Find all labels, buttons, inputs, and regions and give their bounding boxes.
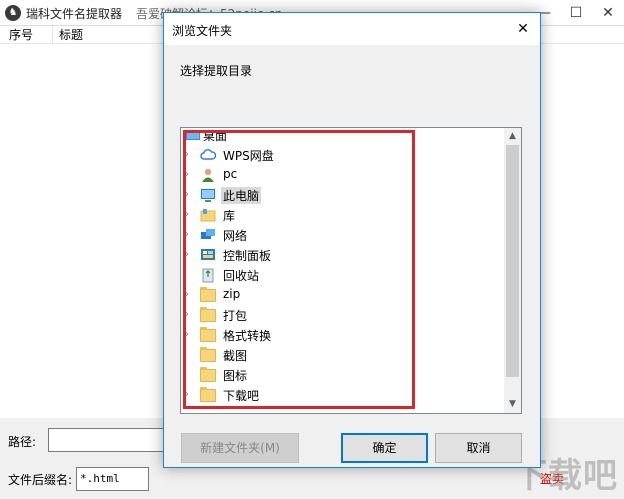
user-icon [200, 167, 216, 183]
expand-arrow-icon[interactable]: › [185, 288, 195, 302]
tree-item[interactable]: › WPS网盘 [181, 145, 505, 165]
tree-item-label: 图标 [223, 369, 248, 383]
new-folder-button: 新建文件夹(M) [181, 433, 299, 463]
expand-arrow-icon[interactable]: › [185, 388, 195, 402]
scroll-thumb[interactable] [506, 145, 519, 377]
suffix-label: 文件后缀名: [8, 473, 73, 487]
folder-icon [200, 307, 216, 323]
tree-scrollbar[interactable]: ▲ ▼ [504, 128, 521, 413]
dialog-close-button[interactable]: ✕ [506, 13, 540, 45]
expand-arrow-icon[interactable]: › [185, 308, 195, 322]
tree-item[interactable]: › 此电脑 [181, 185, 505, 205]
tree-item[interactable]: › zip [181, 285, 505, 305]
close-button[interactable]: ✕ [592, 0, 624, 26]
app-title: 瑞科文件名提取器 [26, 7, 123, 21]
cancel-button[interactable]: 取消 [435, 433, 522, 463]
tree-item[interactable]: 回收站 [181, 265, 505, 285]
expand-arrow-icon[interactable]: › [185, 248, 195, 262]
tree-item-label: 下载吧 [223, 389, 260, 403]
tree-item[interactable]: › pc [181, 165, 505, 185]
ok-button[interactable]: 确定 [341, 433, 428, 463]
dialog-title: 浏览文件夹 [172, 24, 233, 38]
network-icon [200, 227, 216, 243]
expand-arrow-icon[interactable]: › [185, 188, 195, 202]
scroll-up-button[interactable]: ▲ [504, 128, 521, 145]
tree-item-label: 控制面板 [223, 249, 272, 263]
folder-icon [200, 327, 216, 343]
folder-tree[interactable]: 桌面 › WPS网盘 › pc › 此电脑 › 库 › 网络 › 控制面板 回收站 › zip › 打包 › 格式转换… [180, 127, 522, 414]
folder-icon [200, 347, 216, 363]
tree-item-label: 库 [223, 209, 236, 223]
expand-arrow-icon[interactable]: › [185, 228, 195, 242]
suffix-input[interactable]: *.html [76, 467, 149, 491]
dialog-prompt: 选择提取目录 [180, 64, 253, 78]
folder-icon [200, 287, 216, 303]
dialog-body: 选择提取目录 桌面 › WPS网盘 › pc › 此电脑 › 库 › 网络 › 控制面板 回收站 › zip ›… [164, 45, 540, 467]
dialog-titlebar: 浏览文件夹 ✕ [164, 13, 540, 45]
column-header-title[interactable]: 标题 [53, 27, 83, 44]
expand-arrow-icon[interactable]: › [185, 328, 195, 342]
tree-item-label: WPS网盘 [223, 149, 274, 163]
tree-item[interactable]: › 格式转换 [181, 325, 505, 345]
recycle-bin-icon [200, 267, 216, 283]
path-input[interactable] [48, 428, 168, 452]
tree-item[interactable]: 截图 [181, 345, 505, 365]
path-label: 路径: [8, 435, 37, 449]
expand-arrow-icon[interactable]: › [185, 168, 195, 182]
expand-arrow-icon[interactable]: › [185, 148, 195, 162]
control-panel-icon [200, 247, 216, 263]
folder-icon [200, 367, 216, 383]
tree-item-label: 截图 [223, 349, 248, 363]
tree-item[interactable]: › 下载吧 [181, 385, 505, 405]
tree-item[interactable]: › 打包 [181, 305, 505, 325]
folder-icon [200, 387, 216, 403]
expand-arrow-icon[interactable]: › [185, 208, 195, 222]
tree-item-label: 回收站 [223, 269, 260, 283]
library-icon [200, 207, 216, 223]
tree-item-label: pc [223, 167, 238, 181]
tree-item[interactable]: 图标 [181, 365, 505, 385]
tree-item-label: 桌面 [203, 129, 228, 143]
tree-item-label: zip [223, 287, 241, 301]
tree-item-label: 打包 [223, 309, 248, 323]
cloud-icon [200, 147, 217, 163]
app-logo-icon: ♞ [5, 5, 21, 21]
scroll-down-button[interactable]: ▼ [504, 396, 521, 413]
tree-item[interactable]: 桌面 [181, 128, 505, 145]
maximize-button[interactable]: ☐ [560, 0, 592, 26]
tree-item[interactable]: › 控制面板 [181, 245, 505, 265]
tree-item-label: 格式转换 [223, 329, 272, 343]
tree-item[interactable]: › 网络 [181, 225, 505, 245]
browse-folder-dialog: 浏览文件夹 ✕ 选择提取目录 桌面 › WPS网盘 › pc › 此电脑 › 库 › 网络 › 控制面板… [163, 12, 541, 468]
computer-icon [200, 187, 216, 203]
tree-item-label: 此电脑 [221, 187, 262, 204]
desktop-icon [185, 128, 201, 143]
column-header-index[interactable]: 序号 [3, 27, 33, 44]
tree-item-label: 网络 [223, 229, 248, 243]
tree-item[interactable]: › 库 [181, 205, 505, 225]
